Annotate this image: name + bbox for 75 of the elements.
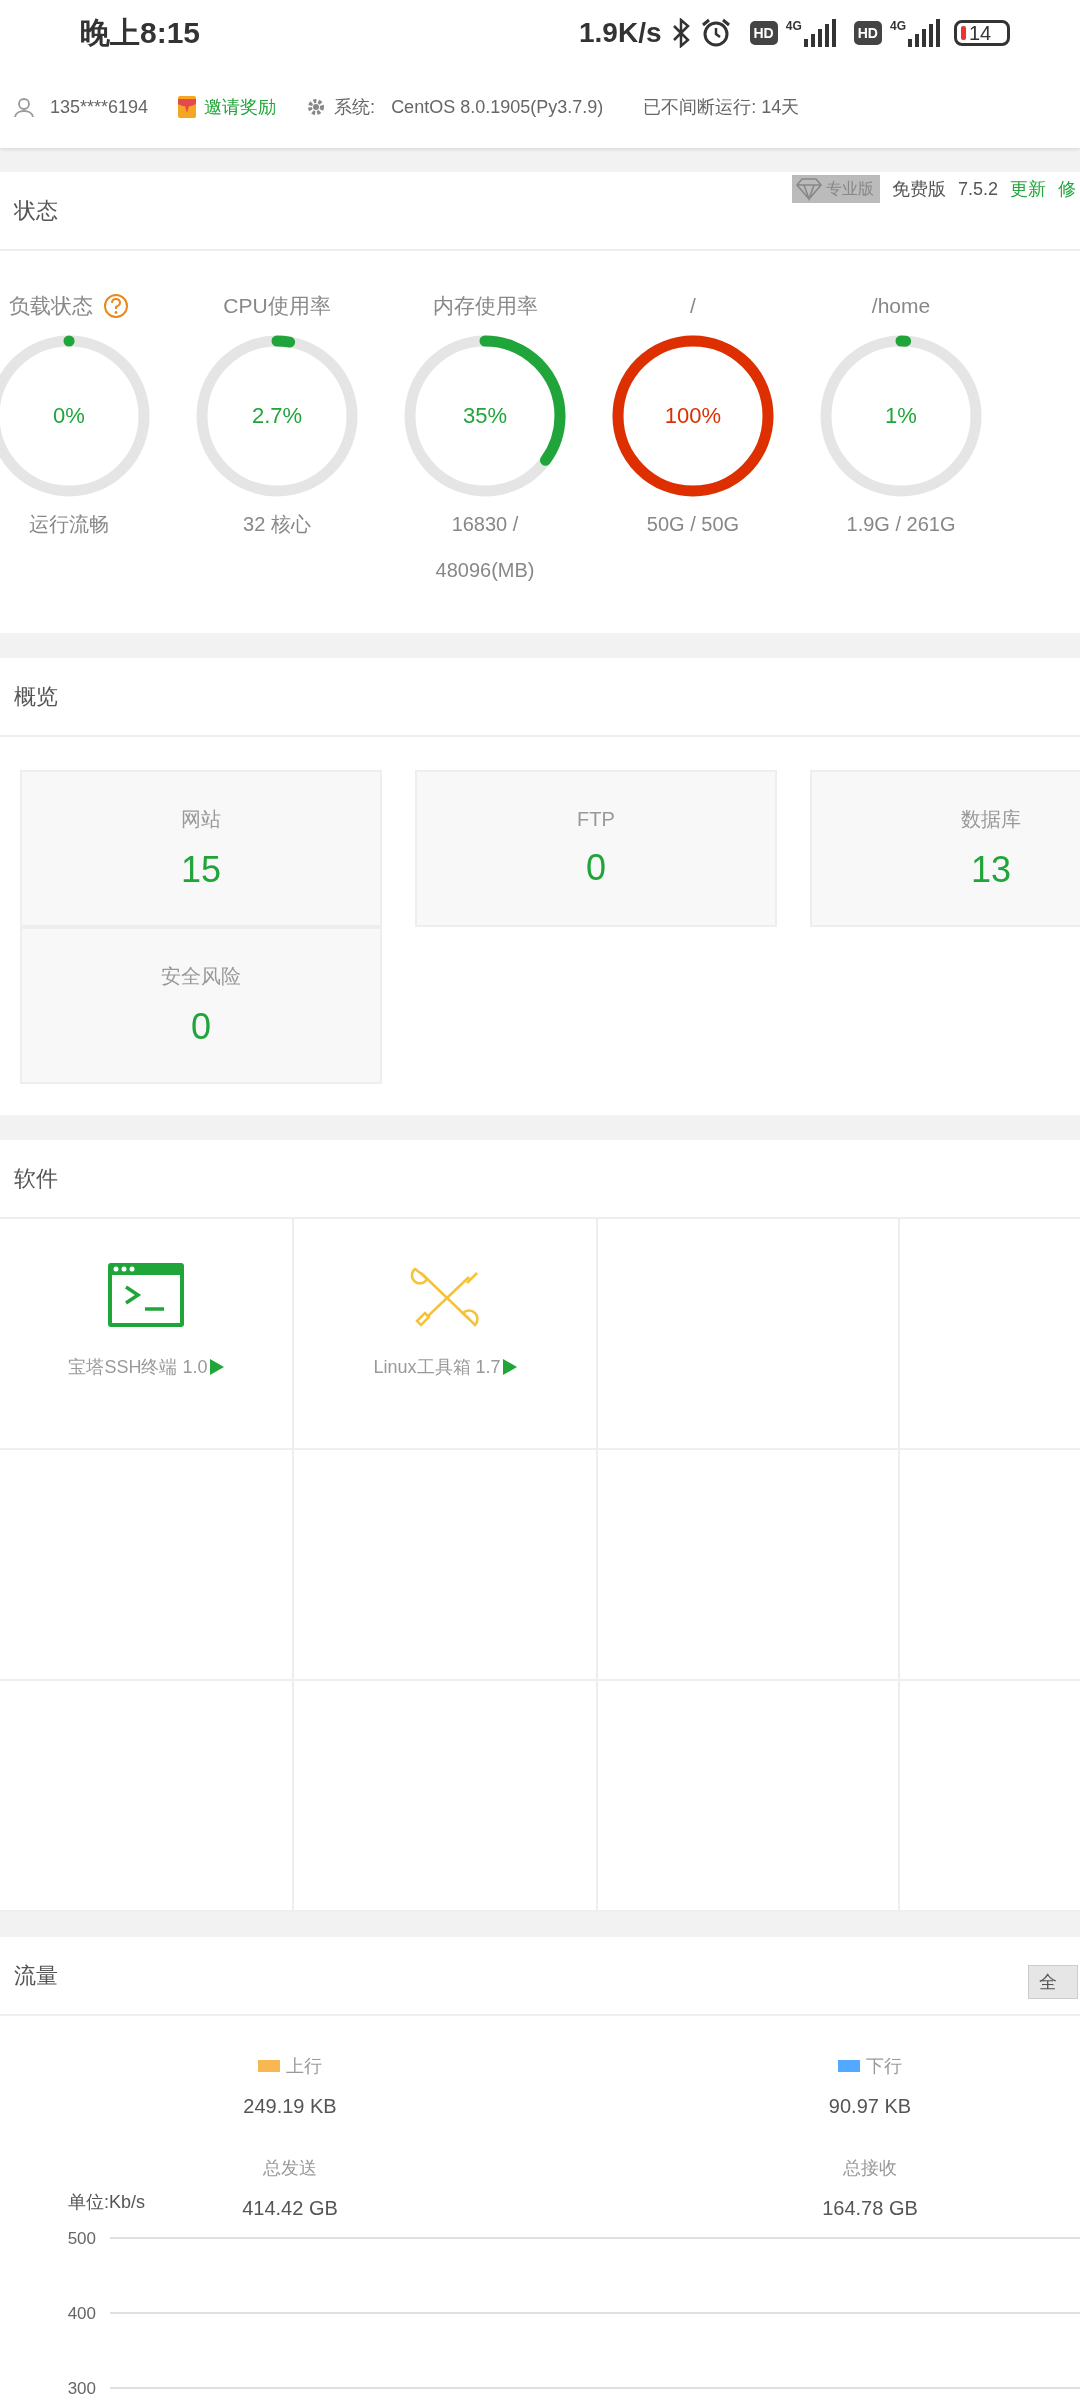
play-icon (502, 1359, 517, 1375)
traffic-value: 90.97 KB (828, 2094, 912, 2119)
section-title: 流量 (14, 1961, 58, 1990)
card-label: 网站 (181, 807, 221, 832)
uptime-text: 已不间断运行: 14天 (643, 96, 800, 119)
play-icon (209, 1359, 224, 1375)
network-type: 4G (785, 19, 802, 33)
alarm-clock-icon (699, 17, 732, 49)
user-icon (14, 96, 34, 118)
software-name: 宝塔SSH终端 1.0 (68, 1356, 208, 1379)
gauge-value: 35% (461, 402, 508, 430)
terminal-icon (108, 1263, 184, 1329)
legend-label: 下行 (866, 2055, 902, 2078)
gear-icon (306, 97, 327, 117)
stat-card[interactable]: 安全风险 0 (20, 927, 382, 1084)
system-version: CentOS 8.0.1905(Py3.7.9) (391, 96, 604, 118)
hd-badge: HD (749, 21, 778, 45)
system-label: 系统: (334, 96, 376, 119)
diamond-icon (793, 177, 824, 201)
gauge-label: /home (871, 294, 931, 318)
free-edition-label: 免费版 (891, 178, 946, 201)
total-value: 164.78 GB (822, 2196, 918, 2221)
phone-number: 135****6194 (50, 96, 149, 118)
section-title: 软件 (14, 1164, 58, 1193)
gauge-value: 1% (884, 402, 918, 430)
gauge-details: 50G / 50G (646, 512, 740, 537)
gauge-label: / (690, 294, 696, 318)
card-label: FTP (577, 808, 615, 831)
gauge-details: 运行流畅 (29, 512, 109, 537)
gauge-label: CPU使用率 (223, 293, 331, 319)
card-count: 15 (180, 849, 221, 891)
network-speed: 1.9K/s (579, 17, 662, 49)
stat-card[interactable]: FTP 0 (415, 770, 777, 927)
gauge-value: 0% (52, 402, 86, 430)
repair-link[interactable]: 修 (1058, 177, 1076, 201)
gauge-label: 负载状态 (9, 293, 93, 319)
invite-reward-link[interactable]: 邀请奖励 (204, 95, 277, 119)
signal-icon (803, 19, 836, 47)
section-title: 概览 (14, 682, 58, 711)
update-link[interactable]: 更新 (1010, 177, 1046, 201)
all-button[interactable]: 全 (1028, 1965, 1078, 1999)
y-axis-tick: 500 (67, 2229, 96, 2248)
y-axis-unit: 单位:Kb/s (68, 2192, 146, 2212)
y-axis-tick: 400 (67, 2304, 96, 2323)
traffic-value: 249.19 KB (243, 2094, 337, 2119)
card-label: 安全风险 (161, 964, 241, 989)
stat-card[interactable]: 数据库 13 (810, 770, 1080, 927)
gauge-details: 32 核心 (243, 512, 311, 537)
card-count: 0 (191, 1006, 211, 1048)
network-type: 4G (890, 19, 906, 33)
total-value: 414.42 GB (242, 2196, 338, 2221)
section-title: 状态 (14, 196, 58, 225)
gauge-label: 内存使用率 (432, 293, 538, 319)
total-label: 总发送 (263, 2157, 317, 2180)
gauge-value: 2.7% (250, 402, 304, 430)
y-axis-tick: 300 (67, 2379, 96, 2398)
signal-icon (908, 19, 940, 47)
help-icon[interactable] (103, 293, 129, 319)
gift-icon (178, 96, 197, 118)
card-label: 数据库 (961, 807, 1021, 832)
battery-low-mark (961, 26, 966, 40)
stat-card[interactable]: 网站 15 (20, 770, 382, 927)
software-tile[interactable]: Linux工具箱 1.7 (294, 1219, 598, 1450)
hd-badge: HD (853, 21, 882, 45)
legend-label: 上行 (286, 2055, 322, 2078)
software-name: Linux工具箱 1.7 (373, 1356, 501, 1379)
card-count: 0 (586, 847, 606, 889)
battery-level: 14 (969, 21, 992, 45)
card-count: 13 (970, 849, 1011, 891)
gauge-details: 16830 / 48096(MB) (434, 512, 536, 583)
software-tile[interactable]: 宝塔SSH终端 1.0 (0, 1219, 294, 1450)
version-number: 7.5.2 (957, 178, 998, 200)
clock-time: 晚上8:15 (80, 14, 201, 51)
total-label: 总接收 (843, 2157, 897, 2180)
gauge-details: 1.9G / 261G (846, 512, 956, 537)
